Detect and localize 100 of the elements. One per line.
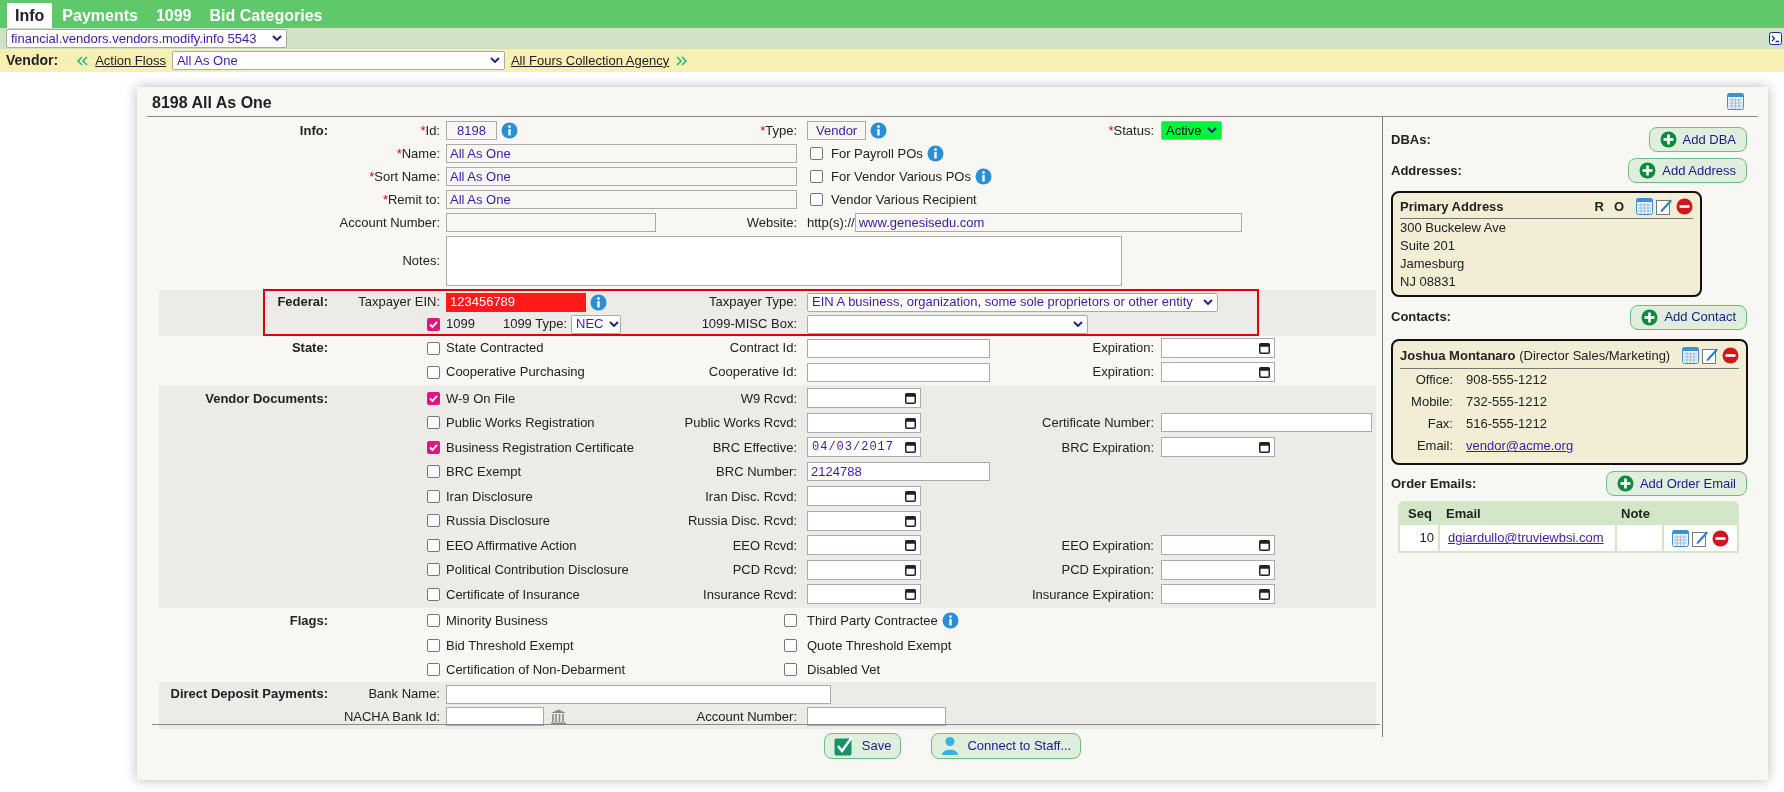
input-field[interactable] [807,707,946,726]
checkbox[interactable] [784,663,797,677]
dropdown[interactable]: EIN A business, organization, some sole proprietors or other entity [807,292,1218,312]
dropdown[interactable]: NEC [571,314,621,334]
checkbox[interactable] [427,663,440,677]
calendar-icon[interactable] [905,588,916,601]
calendar-icon[interactable] [1259,539,1270,552]
checkbox[interactable] [427,391,440,405]
date-field[interactable] [1161,338,1275,358]
input-field[interactable] [1161,413,1372,433]
checkbox[interactable] [427,465,440,479]
notes-field[interactable] [446,236,1122,286]
calendar-icon[interactable] [1259,588,1270,601]
console-icon[interactable] [1769,32,1782,45]
checkbox[interactable] [427,489,440,503]
info-icon[interactable] [500,122,518,139]
checkbox[interactable] [784,638,797,652]
checkbox[interactable] [427,538,440,552]
input-field[interactable] [807,362,990,382]
input-field[interactable] [807,338,990,358]
date-field[interactable] [1161,437,1275,458]
input-field[interactable]: All As One [446,144,797,163]
caret-icon [609,320,620,328]
date-field[interactable]: 04/03/2017 [807,437,921,458]
edit-icon[interactable] [1692,529,1709,547]
field-label: BRC Expiration: [1061,438,1154,457]
date-field[interactable] [1161,559,1275,580]
checkbox[interactable] [784,614,797,628]
checkbox[interactable] [427,365,440,379]
remove-icon[interactable] [1722,346,1739,364]
checkbox-label: Vendor Various Recipient [831,190,977,209]
add-button[interactable]: Add Address [1628,158,1747,183]
checkbox[interactable] [427,638,440,652]
field-label: 1099-MISC Box: [701,315,797,334]
ein-field[interactable]: 123456789 [446,292,586,312]
checkbox[interactable] [427,416,440,430]
date-field[interactable] [807,510,921,531]
input-field[interactable]: www.genesisedu.com [854,213,1242,232]
checkbox[interactable] [427,440,440,454]
date-field[interactable] [807,584,921,605]
date-field[interactable] [1161,584,1275,605]
calendar-icon[interactable] [905,563,916,576]
checkbox[interactable] [427,563,440,577]
calendar-icon[interactable] [905,539,916,552]
checkbox[interactable] [810,193,823,206]
info-icon[interactable] [941,612,959,630]
remove-icon[interactable] [1712,529,1729,547]
date-field[interactable] [807,486,921,507]
date-field[interactable] [807,535,921,556]
next-vendor-link[interactable]: All Fours Collection Agency [510,50,670,71]
date-field[interactable] [1161,535,1275,556]
add-button[interactable]: Add DBA [1648,127,1747,152]
input-field[interactable] [446,213,656,232]
calendar-icon[interactable] [905,490,916,503]
info-icon[interactable] [870,122,888,139]
save-button[interactable]: Save [823,733,902,759]
calendar-icon[interactable] [905,392,916,405]
calendar-icon[interactable] [1259,563,1270,576]
checkbox[interactable] [810,170,823,183]
calendar-icon[interactable] [905,441,916,454]
remove-icon[interactable] [1676,198,1693,216]
edit-icon[interactable] [1702,346,1719,364]
date-field[interactable] [807,559,921,580]
tab[interactable]: Info [7,3,53,28]
checkbox[interactable] [427,587,440,601]
info-icon[interactable] [590,293,607,311]
checkbox[interactable] [427,317,440,331]
input-field[interactable]: All As One [446,190,797,209]
input-field[interactable]: 2124788 [807,462,990,482]
input-field[interactable] [446,684,831,704]
date-field[interactable] [807,388,921,409]
email-link[interactable]: dgiardullo@truviewbsi.com [1440,525,1615,551]
input-field[interactable] [446,707,544,726]
calendar-icon[interactable] [1259,366,1270,378]
field-label: EEO Rcvd: [732,536,797,555]
connect-button[interactable]: Connect to Staff... [931,733,1082,759]
checkbox[interactable] [427,341,440,355]
checkbox[interactable] [810,147,823,160]
date-field[interactable] [1161,362,1275,382]
calendar-icon[interactable] [1259,441,1270,454]
dropdown[interactable] [807,314,1088,334]
info-icon[interactable] [926,145,944,162]
status-dropdown[interactable]: Active [1161,121,1222,140]
vendor-dropdown[interactable]: All As One [171,51,505,70]
checkbox[interactable] [427,614,440,628]
previous-vendor-link[interactable]: Action Floss [95,50,166,71]
calendar-icon[interactable] [905,514,916,527]
add-button[interactable]: Add Order Email [1605,471,1747,496]
checkbox[interactable] [427,514,440,528]
input-field[interactable]: All As One [446,167,797,186]
date-field[interactable] [807,412,921,433]
calendar-icon[interactable] [905,416,916,429]
calendar-icon[interactable] [1259,342,1270,354]
field-label: Taxpayer Type: [709,293,797,312]
info-icon[interactable] [974,168,992,185]
route-dropdown[interactable]: financial.vendors.vendors.modify.info 5543 [6,29,287,48]
bank-icon[interactable] [550,708,567,725]
edit-icon[interactable] [1656,198,1673,216]
email-link[interactable]: vendor@acme.org [1466,436,1574,456]
add-button[interactable]: Add Contact [1630,304,1747,330]
